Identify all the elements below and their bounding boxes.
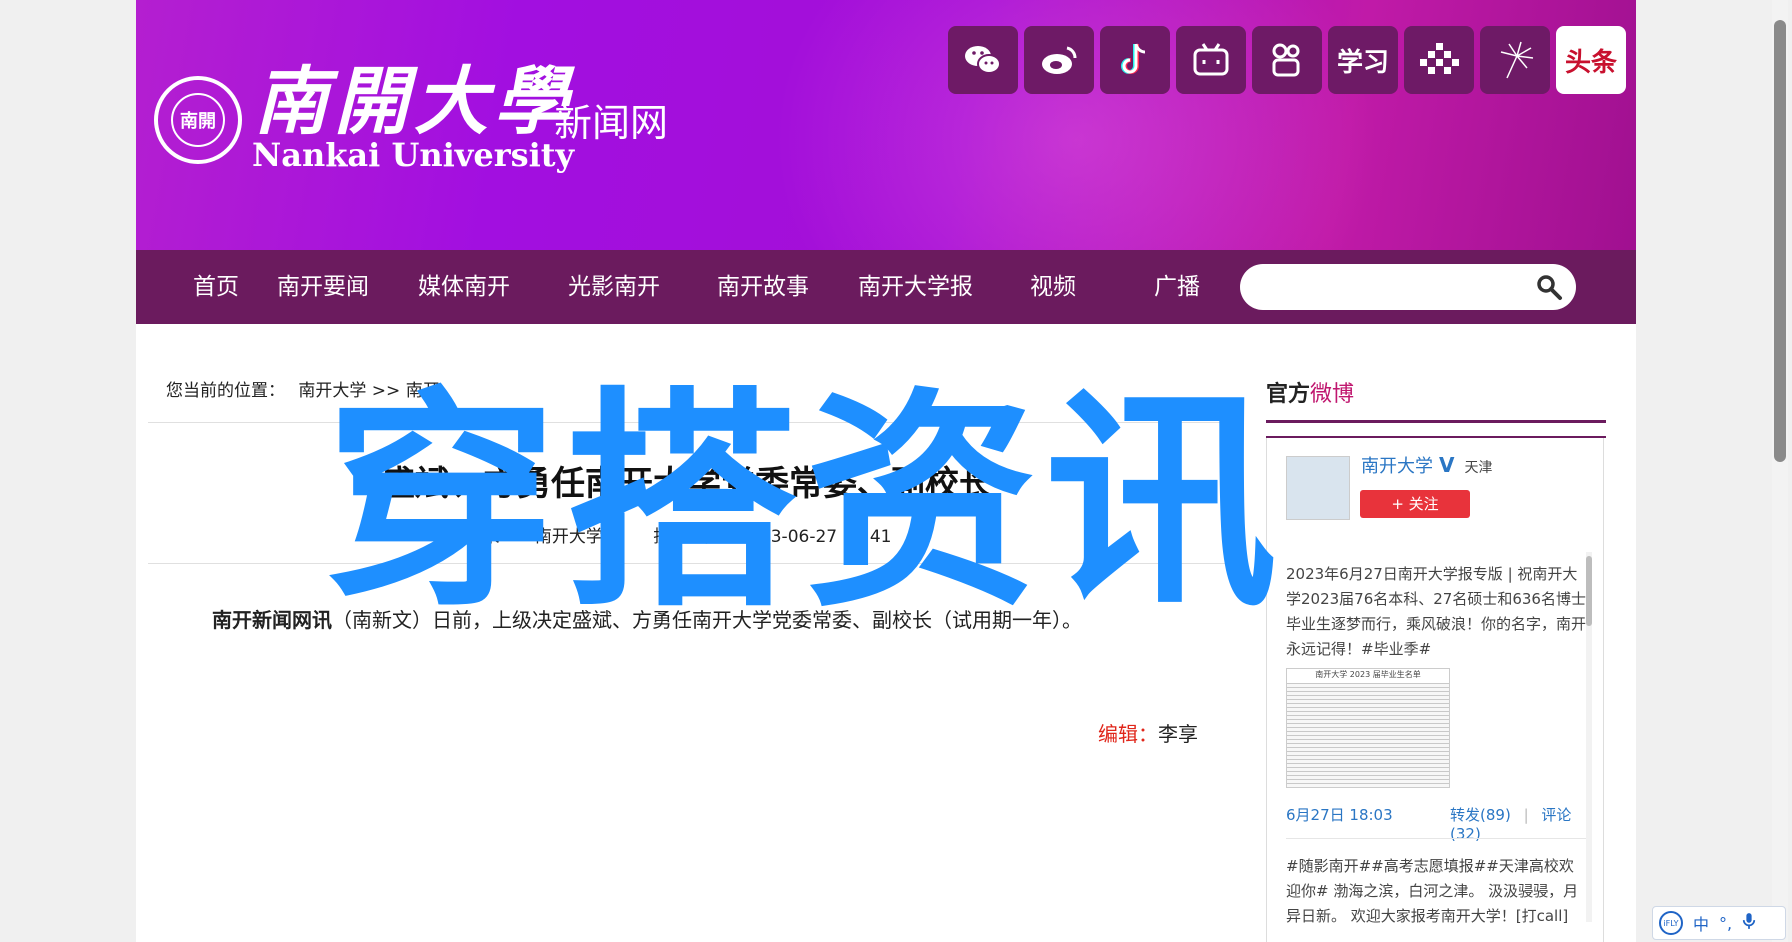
toutiao-icon[interactable]: 头条 [1556, 26, 1626, 94]
kuaishou-icon[interactable] [1252, 26, 1322, 94]
logo-chinese[interactable]: 南開大學 [254, 42, 574, 149]
repost-link[interactable]: 转发(89) [1450, 806, 1511, 824]
ime-language-toggle[interactable]: 中 [1693, 911, 1709, 935]
action-divider: | [1523, 806, 1529, 824]
search-box [1240, 264, 1576, 310]
weibo-post-image[interactable]: 南开大学 2023 届毕业生名单 [1286, 668, 1450, 788]
nav-item-radio[interactable]: 广播 [1154, 250, 1200, 324]
university-seal: 南開 [154, 76, 242, 164]
search-icon[interactable] [1534, 272, 1564, 302]
breadcrumb-label: 您当前的位置： [166, 381, 285, 401]
search-input[interactable] [1256, 270, 1530, 306]
xuexi-icon[interactable]: 学习 [1328, 26, 1398, 94]
nav-item-video[interactable]: 视频 [1030, 250, 1076, 324]
nav-item-newspaper[interactable]: 南开大学报 [858, 250, 973, 324]
weibo-post-time[interactable]: 6月27日 18:03 [1286, 806, 1393, 824]
nav-item-home[interactable]: 首页 [193, 250, 239, 324]
dots-icon[interactable] [1404, 26, 1474, 94]
ime-toolbar: iFLY 中 °, [1652, 906, 1786, 940]
editor-label: 编辑： [1098, 722, 1158, 746]
weibo-post: #随影南开##高考志愿填报##天津高校欢迎你# 渤海之滨，白河之津。 汲汲骎骎，… [1286, 857, 1579, 925]
browser-scrollbar-thumb[interactable] [1774, 20, 1786, 462]
logo-subtitle: 新闻网 [554, 101, 669, 145]
bilibili-icon[interactable] [1176, 26, 1246, 94]
nav-item-stories[interactable]: 南开故事 [717, 250, 809, 324]
logo-english[interactable]: Nankai University [252, 136, 574, 174]
social-links: 学习 头条 [948, 26, 1626, 94]
header-banner: 南開 南開大學 Nankai University 新闻网 学习 头条 [136, 0, 1636, 250]
nav-item-media[interactable]: 媒体南开 [418, 250, 510, 324]
weibo-post-footer: 6月27日 18:03 转发(89) | 评论(32) [1286, 804, 1586, 843]
nav-item-news[interactable]: 南开要闻 [277, 250, 369, 324]
dandelion-icon[interactable] [1480, 26, 1550, 94]
editor-name: 李享 [1158, 722, 1198, 746]
article-editor: 编辑：李享 [1098, 718, 1198, 747]
wechat-icon[interactable] [948, 26, 1018, 94]
weibo-city: 天津 [1464, 460, 1493, 476]
weibo-scrollbar-thumb[interactable] [1586, 556, 1592, 626]
article-lead-bold: 南开新闻网讯 [212, 608, 332, 632]
main-nav: 首页 南开要闻 媒体南开 光影南开 南开故事 南开大学报 视频 广播 [136, 250, 1636, 324]
ifly-logo-icon[interactable]: iFLY [1659, 911, 1683, 935]
douyin-icon[interactable] [1100, 26, 1170, 94]
seal-center: 南開 [171, 93, 225, 147]
weibo-icon[interactable] [1024, 26, 1094, 94]
divider [1286, 838, 1586, 839]
weibo-image-caption: 南开大学 2023 届毕业生名单 [1287, 669, 1449, 683]
nav-item-photo[interactable]: 光影南开 [568, 250, 660, 324]
microphone-icon[interactable] [1742, 912, 1756, 934]
overlay-watermark: 穿搭资讯 [325, 368, 1286, 638]
punctuation-icon[interactable]: °, [1719, 914, 1732, 933]
